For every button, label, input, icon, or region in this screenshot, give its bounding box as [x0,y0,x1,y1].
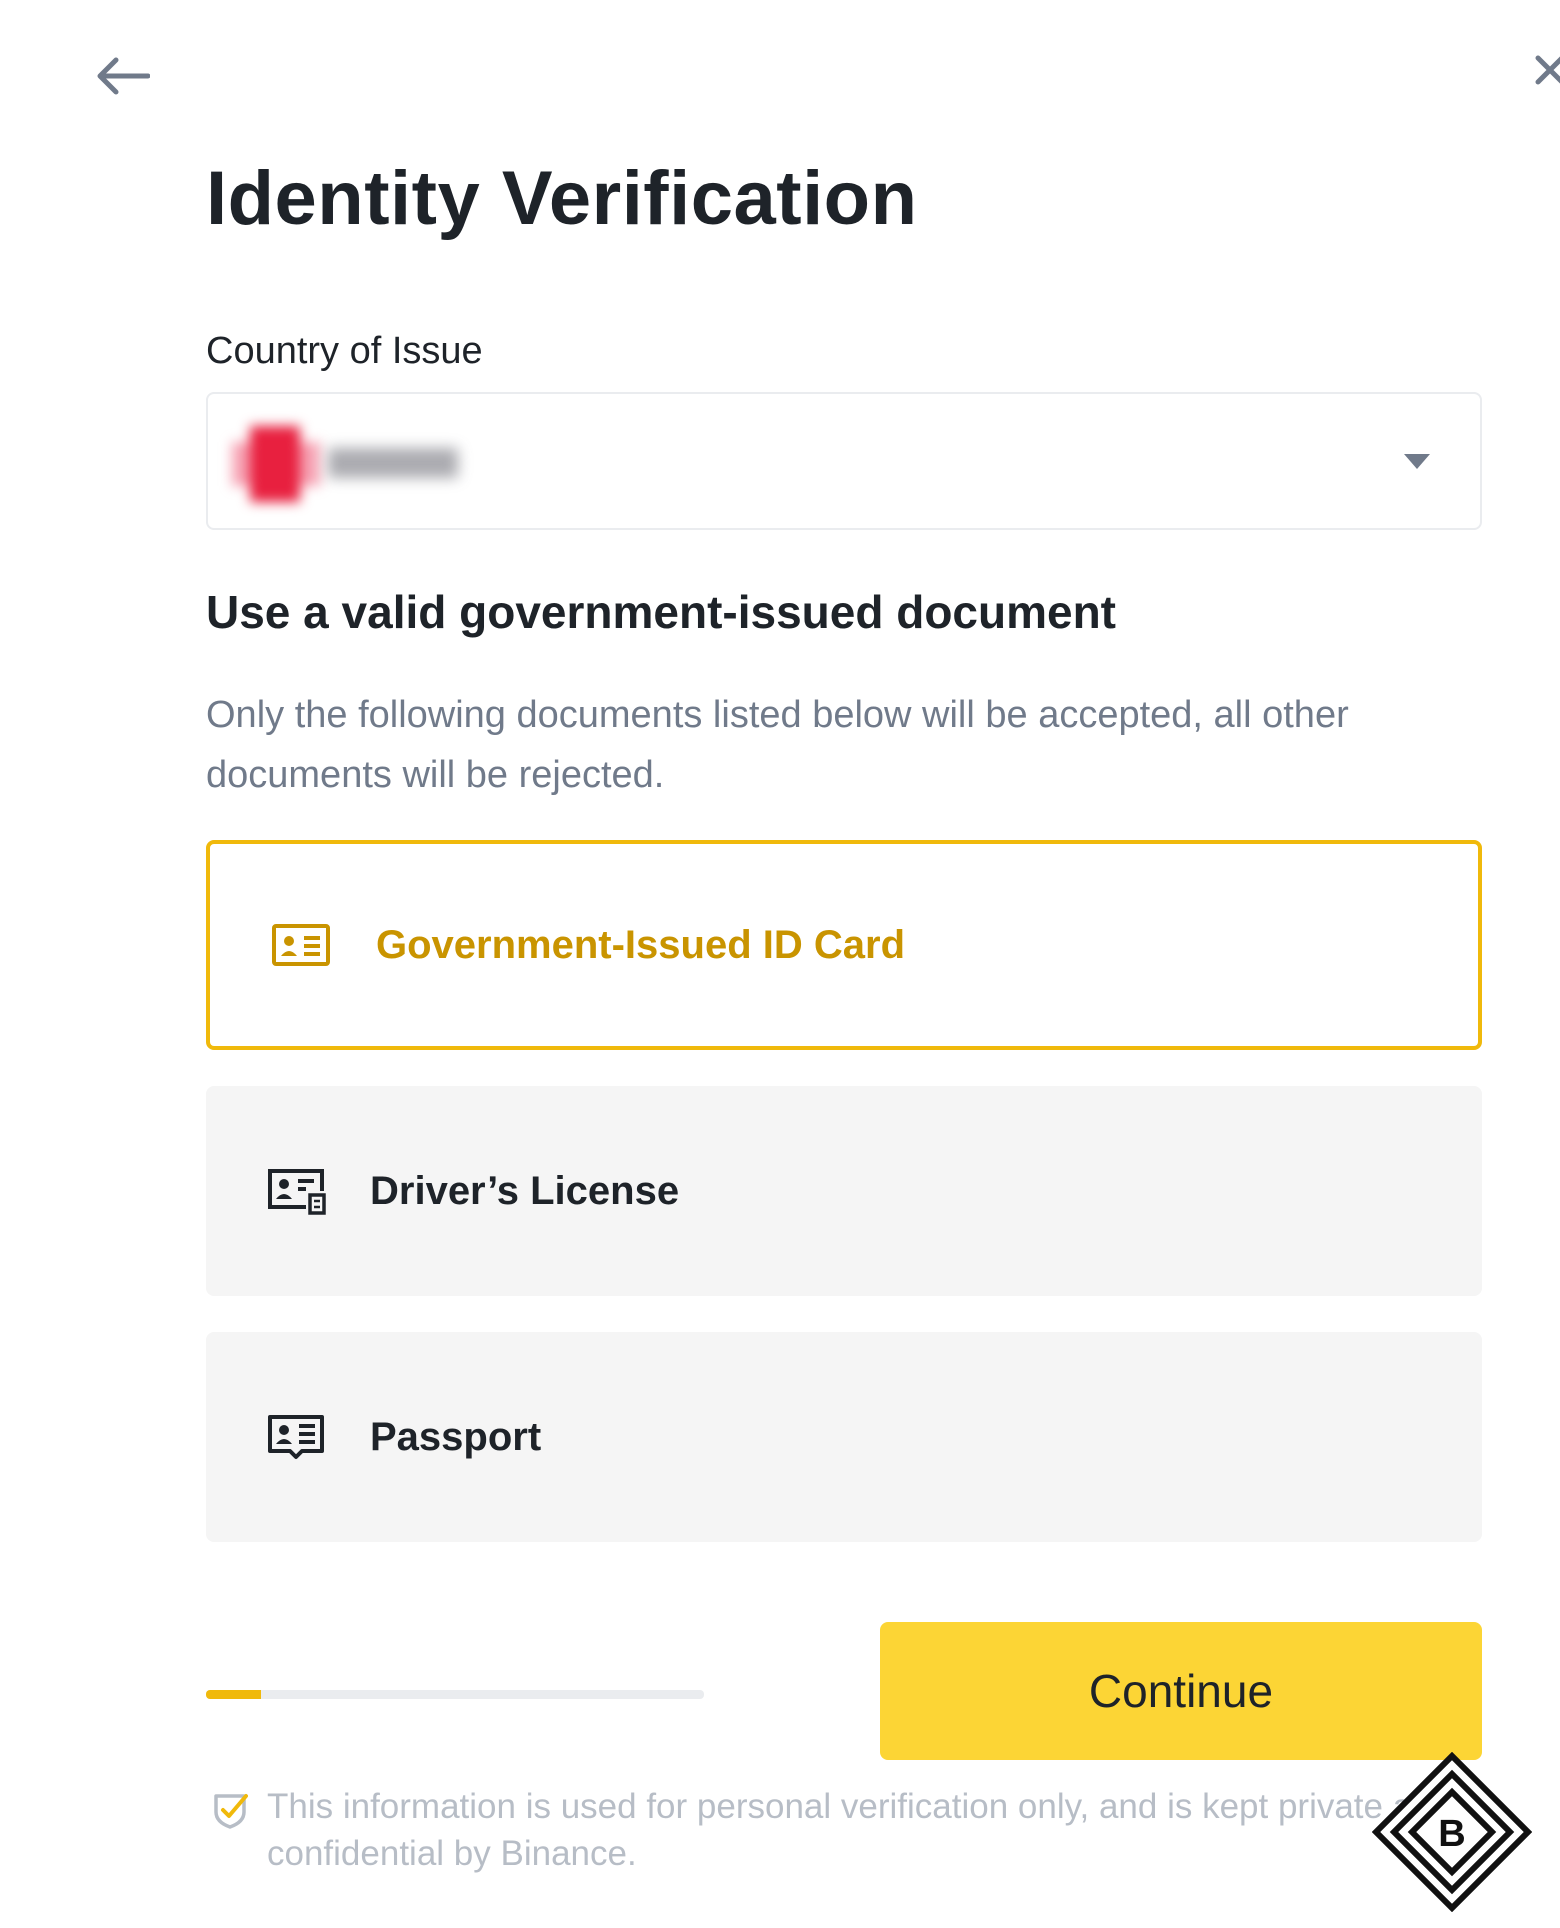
logo-letter: B [1438,1813,1465,1855]
country-name-redacted [328,448,458,478]
caret-down-icon [1404,454,1430,469]
close-button[interactable] [1530,48,1560,104]
privacy-notice: This information is used for personal ve… [267,1787,1452,1873]
progress-bar [206,1690,704,1699]
option-drivers-license[interactable]: Driver’s License [206,1086,1482,1296]
drivers-license-icon [266,1168,326,1215]
close-icon [1535,55,1560,85]
binance-logo-icon: B [1371,1751,1533,1913]
option-label: Passport [370,1414,542,1459]
option-government-id-card[interactable]: Government-Issued ID Card [206,840,1482,1050]
document-description: Only the following documents listed belo… [206,694,1349,796]
page-title: Identity Verification [206,156,918,241]
passport-icon [266,1414,326,1460]
continue-button[interactable]: Continue [880,1622,1482,1760]
arrow-left-icon [97,57,150,95]
id-card-icon [272,922,332,968]
back-button[interactable] [92,48,152,104]
document-heading: Use a valid government-issued document [206,586,1117,638]
progress-fill [206,1690,261,1699]
option-label: Driver’s License [370,1168,680,1213]
option-label: Government-Issued ID Card [376,922,906,967]
country-label: Country of Issue [206,330,483,372]
flag-icon [226,412,326,512]
shield-check-icon [212,1792,248,1829]
country-select[interactable] [206,392,1482,530]
option-passport[interactable]: Passport [206,1332,1482,1542]
